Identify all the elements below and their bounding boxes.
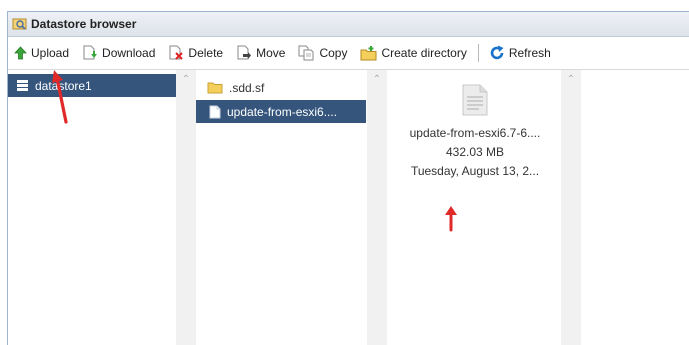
datastore-scrollbar[interactable]: ⌃	[176, 70, 196, 345]
title-bar: Datastore browser	[8, 12, 689, 37]
scroll-up-icon[interactable]: ⌃	[367, 70, 387, 85]
new-folder-icon	[360, 45, 377, 60]
datastore-column: datastore1	[8, 70, 176, 345]
upload-button[interactable]: Upload	[14, 46, 69, 60]
preview-file-name: update-from-esxi6.7-6....	[409, 126, 541, 140]
preview-file-size: 432.03 MB	[445, 145, 505, 159]
toolbar-divider	[477, 44, 479, 62]
download-label: Download	[102, 46, 156, 60]
delete-label: Delete	[188, 46, 224, 60]
delete-icon	[169, 45, 184, 60]
move-icon	[237, 45, 252, 60]
datastore-icon	[17, 80, 28, 91]
preview-file-date: Tuesday, August 13, 2...	[410, 164, 540, 178]
move-button[interactable]: Move	[236, 45, 285, 61]
folder-item-sdd-sf[interactable]: .sdd.sf	[196, 76, 366, 99]
create-directory-label: Create directory	[381, 46, 467, 60]
file-preview: update-from-esxi6.7-6.... 432.03 MB Tues…	[389, 70, 561, 181]
create-directory-button[interactable]: Create directory	[360, 45, 467, 61]
toolbar: Upload Download Delete Move Copy Create …	[8, 37, 689, 70]
window-title: Datastore browser	[31, 17, 137, 31]
folder-icon	[207, 82, 223, 94]
refresh-button[interactable]: Refresh	[489, 45, 551, 61]
move-label: Move	[256, 46, 286, 60]
copy-button[interactable]: Copy	[298, 45, 347, 61]
copy-label: Copy	[319, 46, 348, 60]
download-button[interactable]: Download	[82, 45, 155, 61]
copy-icon	[298, 45, 314, 61]
delete-button[interactable]: Delete	[168, 45, 223, 61]
preview-scrollbar[interactable]: ⌃	[561, 70, 581, 345]
datastore-browser-window: Datastore browser Upload Download Delete	[7, 11, 689, 345]
refresh-label: Refresh	[508, 46, 551, 60]
file-icon	[209, 105, 221, 118]
upload-label: Upload	[31, 46, 70, 60]
annotation-arrow-up-upload	[52, 70, 68, 124]
scroll-up-icon[interactable]: ⌃	[176, 70, 196, 85]
upload-icon	[14, 46, 27, 60]
folder-column: .sdd.sf update-from-esxi6....	[196, 70, 366, 345]
download-icon	[83, 45, 98, 60]
scroll-up-icon[interactable]: ⌃	[561, 70, 581, 85]
datastore-browser-icon	[12, 18, 27, 30]
file-item-update-from-esxi[interactable]: update-from-esxi6....	[196, 100, 366, 123]
folder-item-label: .sdd.sf	[229, 80, 265, 95]
document-icon	[462, 84, 488, 116]
annotation-arrow-up-preview	[445, 206, 457, 232]
browser-columns: datastore1 ⌃ .sdd.sf update-from-esxi6..…	[8, 70, 689, 345]
folder-scrollbar[interactable]: ⌃	[367, 70, 387, 345]
file-item-label: update-from-esxi6....	[227, 104, 338, 119]
refresh-icon	[490, 45, 504, 60]
datastore-item-datastore1[interactable]: datastore1	[8, 74, 176, 97]
